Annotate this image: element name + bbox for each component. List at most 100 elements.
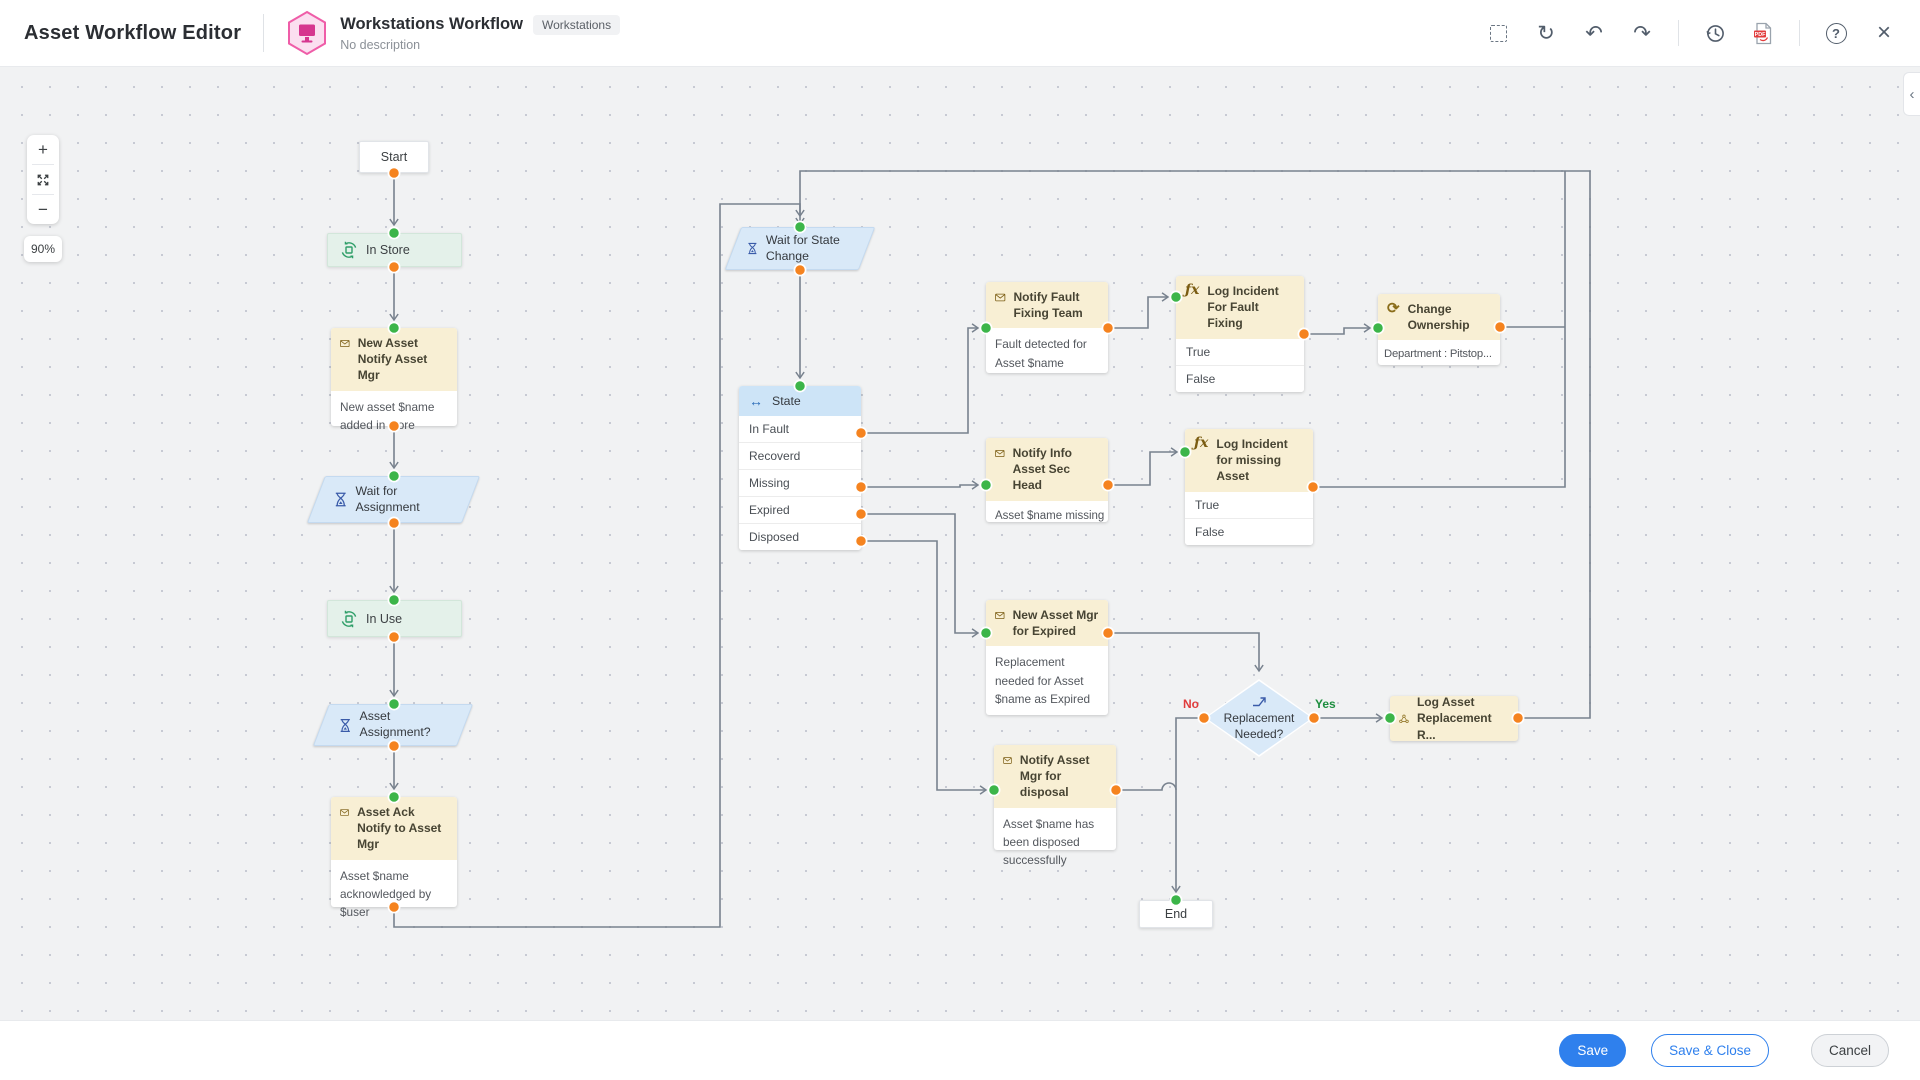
node-notify-fault-fixing[interactable]: Notify Fault Fixing Team Fault detected … (986, 282, 1108, 373)
plus-icon: + (38, 140, 48, 160)
node-new-asset-notify[interactable]: New Asset Notify Asset Mgr New asset $na… (331, 328, 457, 426)
workflow-edges-layer (0, 67, 1920, 1020)
node-title: Log Incident for missing Asset (1216, 436, 1304, 485)
node-in-use-label: In Use (366, 612, 402, 626)
edge-expired (861, 514, 978, 633)
expand-panel-button[interactable]: ‹ (1903, 72, 1920, 116)
condition-true[interactable]: True (1176, 339, 1304, 365)
zoom-in-button[interactable]: + (27, 135, 59, 164)
condition-false[interactable]: False (1185, 518, 1313, 545)
envelope-icon (340, 806, 349, 819)
switch-arrows-icon: ↔ (749, 394, 763, 408)
history-clock-icon (1705, 23, 1726, 44)
node-body: Asset $name missing (986, 501, 1108, 533)
node-log-asset-replacement[interactable]: Log Asset Replacement R... (1390, 696, 1518, 741)
node-log-incident-fault[interactable]: ƒx Log Incident For Fault Fixing True Fa… (1176, 276, 1304, 392)
node-title: Notify Asset Mgr for disposal (1020, 752, 1107, 801)
node-in-store[interactable]: In Store (327, 233, 462, 267)
toolbar-separator (1678, 20, 1679, 46)
history-button[interactable] (1703, 21, 1727, 45)
edge-no-branch (1176, 718, 1204, 892)
edge (1108, 452, 1177, 485)
function-icon: ƒx (1185, 283, 1199, 297)
node-notify-disposal[interactable]: Notify Asset Mgr for disposal Asset $nam… (994, 745, 1116, 850)
node-asset-assignment[interactable]: Asset Assignment? (321, 704, 465, 746)
node-replacement-needed[interactable]: Replacement Needed? (1204, 679, 1314, 757)
node-change-ownership[interactable]: ⟳ Change Ownership Department : Pitstop.… (1378, 294, 1500, 365)
pdf-file-icon: PDF (1753, 22, 1773, 45)
node-end[interactable]: End (1139, 900, 1213, 928)
node-in-store-label: In Store (366, 243, 410, 257)
state-option-missing[interactable]: Missing (739, 469, 861, 496)
node-in-use[interactable]: In Use (327, 600, 462, 637)
port-group (388, 167, 1523, 912)
refresh-button[interactable]: ↻ (1534, 21, 1558, 45)
state-option-disposed[interactable]: Disposed (739, 523, 861, 550)
export-pdf-button[interactable]: PDF (1751, 21, 1775, 45)
node-start-label: Start (381, 150, 407, 164)
node-new-asset-mgr-expired[interactable]: New Asset Mgr for Expired Replacement ne… (986, 600, 1108, 715)
node-label: Asset Assignment? (360, 709, 447, 741)
workflow-action-icon (1399, 711, 1409, 727)
workflow-description[interactable]: No description (340, 38, 620, 52)
hourglass-icon (334, 491, 347, 508)
workflow-canvas[interactable]: + − 90% ‹ Start In St (0, 67, 1920, 1020)
node-state-switch[interactable]: ↔ State In Fault Recoverd Missing Expire… (739, 386, 861, 550)
edge-missing (861, 485, 978, 487)
condition-false[interactable]: False (1176, 365, 1304, 392)
function-icon: ƒx (1194, 436, 1208, 450)
node-notify-info-sec-head[interactable]: Notify Info Asset Sec Head Asset $name m… (986, 438, 1108, 522)
node-body: New asset $name added in store (331, 391, 457, 442)
workflow-hexagon-icon (286, 10, 328, 56)
envelope-icon (340, 337, 350, 350)
help-icon: ? (1826, 23, 1847, 44)
condition-true[interactable]: True (1185, 492, 1313, 518)
footer-bar: Save Save & Close Cancel (0, 1020, 1920, 1080)
branch-yes-label: Yes (1315, 697, 1336, 711)
envelope-icon (995, 291, 1006, 304)
state-option-recoverd[interactable]: Recoverd (739, 442, 861, 469)
help-button[interactable]: ? (1824, 21, 1848, 45)
undo-icon: ↶ (1585, 23, 1603, 44)
workflow-name: Workstations Workflow (340, 15, 523, 34)
close-editor-button[interactable]: × (1872, 21, 1896, 45)
fit-screen-button[interactable] (27, 165, 59, 194)
node-title: Log Incident For Fault Fixing (1207, 283, 1295, 332)
node-log-incident-missing[interactable]: ƒx Log Incident for missing Asset True F… (1185, 429, 1313, 545)
edge (1108, 633, 1259, 671)
node-wait-for-state-change[interactable]: Wait for State Change (733, 227, 867, 270)
node-title: State (772, 394, 801, 408)
undo-button[interactable]: ↶ (1582, 21, 1606, 45)
node-title: Notify Info Asset Sec Head (1013, 445, 1099, 494)
edge-merge (1116, 783, 1176, 790)
node-title: Asset Ack Notify to Asset Mgr (357, 804, 448, 853)
node-asset-ack-notify[interactable]: Asset Ack Notify to Asset Mgr Asset $nam… (331, 797, 457, 907)
redo-icon: ↷ (1633, 23, 1651, 44)
zoom-out-button[interactable]: − (27, 195, 59, 224)
save-button[interactable]: Save (1559, 1034, 1626, 1067)
toolbar-separator (1799, 20, 1800, 46)
state-option-expired[interactable]: Expired (739, 496, 861, 523)
redo-button[interactable]: ↷ (1630, 21, 1654, 45)
save-and-close-button[interactable]: Save & Close (1651, 1034, 1769, 1067)
branch-decision-icon (1251, 694, 1268, 708)
marquee-select-button[interactable] (1486, 21, 1510, 45)
node-title: New Asset Notify Asset Mgr (358, 335, 448, 384)
node-body: Asset $name acknowledged by $user (331, 860, 457, 929)
node-label: Wait for Assignment (355, 484, 453, 516)
close-icon: × (1877, 21, 1891, 45)
edge (1108, 297, 1168, 328)
header-divider (263, 14, 264, 52)
cancel-button[interactable]: Cancel (1811, 1034, 1889, 1067)
node-label: Wait for State Change (766, 233, 853, 265)
state-option-in-fault[interactable]: In Fault (739, 416, 861, 442)
asset-state-icon (340, 241, 358, 259)
node-label: Replacement Needed? (1220, 710, 1298, 742)
hourglass-icon (747, 240, 758, 257)
chevron-left-icon: ‹ (1910, 86, 1915, 103)
refresh-icon: ↻ (1537, 23, 1555, 44)
node-body: Fault detected for Asset $name (986, 328, 1108, 379)
node-wait-for-assignment[interactable]: Wait for Assignment (316, 476, 471, 523)
edge (1304, 328, 1370, 334)
node-start[interactable]: Start (359, 141, 429, 173)
